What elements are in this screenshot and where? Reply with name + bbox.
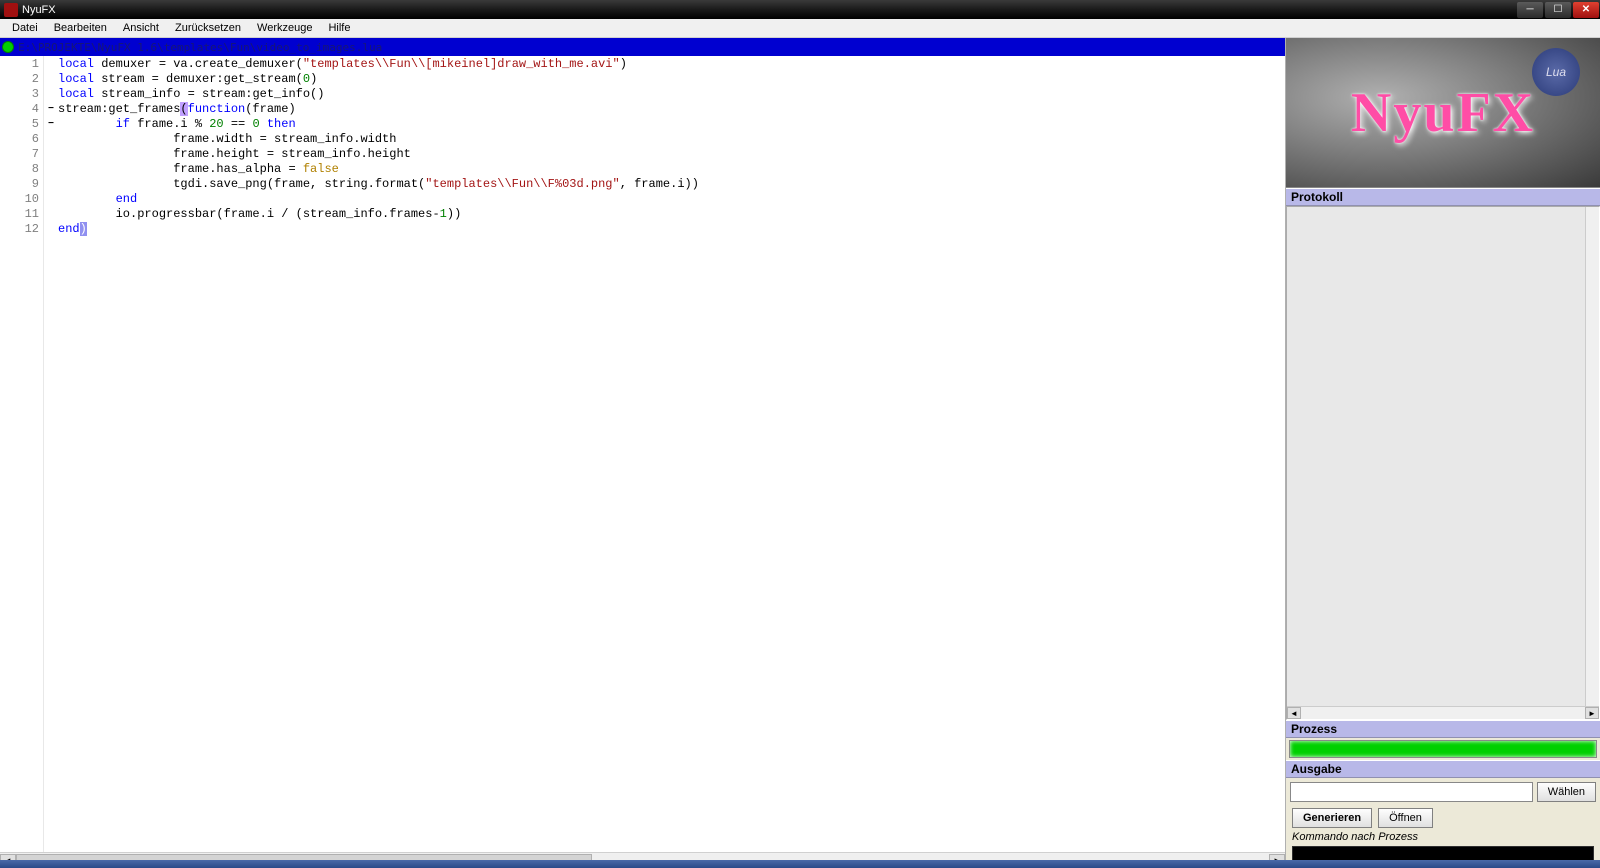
status-indicator-icon	[2, 41, 14, 53]
menu-view[interactable]: Ansicht	[115, 20, 167, 36]
lua-badge-icon: Lua	[1532, 48, 1580, 96]
menu-edit[interactable]: Bearbeiten	[46, 20, 115, 36]
choose-button[interactable]: Wählen	[1537, 782, 1596, 802]
progress-bar	[1289, 740, 1597, 758]
menu-tools[interactable]: Werkzeuge	[249, 20, 320, 36]
side-panel: NyuFX Lua Protokoll ◄► Prozess Ausgabe W…	[1285, 38, 1600, 868]
close-button[interactable]: ✕	[1573, 2, 1599, 18]
log-vertical-scrollbar[interactable]	[1585, 207, 1599, 706]
menu-help[interactable]: Hilfe	[320, 20, 358, 36]
editor-pane: E:\PROJEKTE\NyuFX 1.6\templates\Fun\vide…	[0, 38, 1285, 868]
tab-bar: E:\PROJEKTE\NyuFX 1.6\templates\Fun\vide…	[0, 38, 1285, 56]
menu-reset[interactable]: Zurücksetzen	[167, 20, 249, 36]
titlebar: NyuFX ─ ☐ ✕	[0, 0, 1600, 19]
output-header: Ausgabe	[1286, 760, 1600, 778]
process-header: Prozess	[1286, 720, 1600, 738]
tab-filepath[interactable]: E:\PROJEKTE\NyuFX 1.6\templates\Fun\vide…	[18, 41, 382, 54]
menubar: Datei Bearbeiten Ansicht Zurücksetzen We…	[0, 19, 1600, 38]
protocol-header: Protokoll	[1286, 188, 1600, 206]
maximize-button[interactable]: ☐	[1545, 2, 1571, 18]
command-label: Kommando nach Prozess	[1286, 830, 1600, 844]
logo-image: NyuFX Lua	[1286, 38, 1600, 188]
menu-file[interactable]: Datei	[4, 20, 46, 36]
generate-button[interactable]: Generieren	[1292, 808, 1372, 828]
code-content[interactable]: local demuxer = va.create_demuxer("templ…	[58, 56, 1285, 852]
code-editor[interactable]: 123456 789101112 −− local demuxer = va.c…	[0, 56, 1285, 852]
os-taskbar[interactable]	[0, 860, 1600, 868]
protocol-log[interactable]: ◄►	[1286, 206, 1600, 720]
output-path-input[interactable]	[1290, 782, 1533, 802]
app-icon	[4, 3, 18, 17]
app-title: NyuFX	[22, 4, 1516, 16]
minimize-button[interactable]: ─	[1517, 2, 1543, 18]
open-button[interactable]: Öffnen	[1378, 808, 1433, 828]
log-horizontal-scrollbar[interactable]: ◄►	[1287, 706, 1599, 719]
